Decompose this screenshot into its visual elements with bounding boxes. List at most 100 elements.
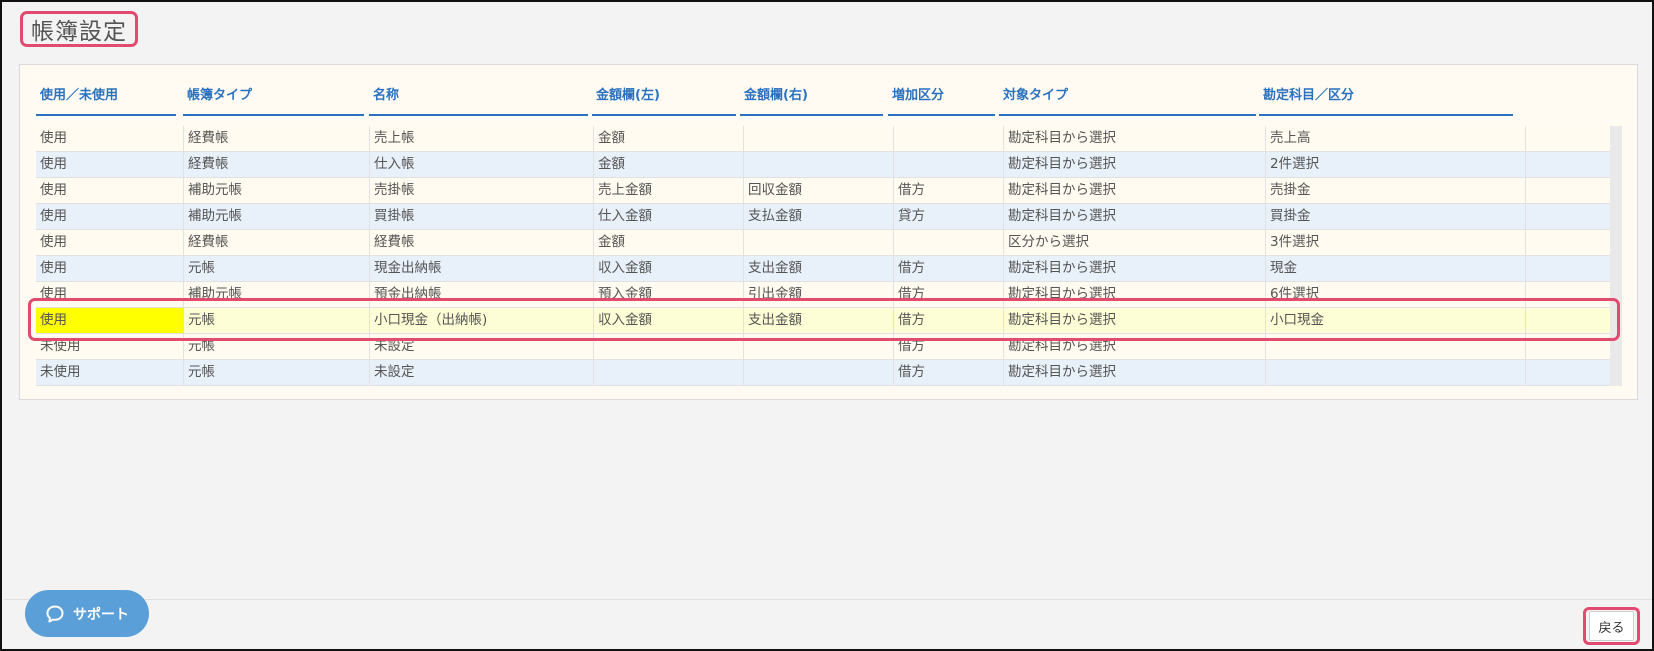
cell-name[interactable]: 仕入帳 xyxy=(370,152,594,177)
cell-ledger-type[interactable]: 補助元帳 xyxy=(184,282,370,307)
cell-amount-left[interactable]: 金額 xyxy=(594,230,744,255)
table-scrollbar[interactable] xyxy=(1610,126,1622,386)
cell-ledger-type[interactable]: 元帳 xyxy=(184,334,370,359)
cell-usage[interactable]: 使用 xyxy=(36,126,184,151)
cell-usage[interactable]: 使用 xyxy=(36,178,184,203)
cell-name[interactable]: 売掛帳 xyxy=(370,178,594,203)
cell-amount-right[interactable]: 支出金額 xyxy=(744,256,894,281)
cell-name[interactable]: 現金出納帳 xyxy=(370,256,594,281)
cell-account-category[interactable] xyxy=(1266,360,1526,385)
cell-increase-type[interactable]: 借方 xyxy=(894,334,1004,359)
column-header-amount-right[interactable]: 金額欄(右) xyxy=(740,84,883,116)
cell-ledger-type[interactable]: 元帳 xyxy=(184,308,370,333)
cell-amount-right[interactable]: 支出金額 xyxy=(744,308,894,333)
table-row[interactable]: 使用 補助元帳 買掛帳 仕入金額 支払金額 貸方 勘定科目から選択 買掛金 xyxy=(36,204,1610,230)
cell-ledger-type[interactable]: 経費帳 xyxy=(184,230,370,255)
cell-account-category[interactable]: 小口現金 xyxy=(1266,308,1526,333)
cell-increase-type[interactable]: 借方 xyxy=(894,360,1004,385)
cell-increase-type[interactable]: 借方 xyxy=(894,308,1004,333)
cell-name[interactable]: 未設定 xyxy=(370,334,594,359)
column-header-increase-type[interactable]: 増加区分 xyxy=(888,84,995,116)
table-row[interactable]: 未使用 元帳 未設定 借方 勘定科目から選択 xyxy=(36,360,1610,386)
cell-amount-right[interactable]: 支払金額 xyxy=(744,204,894,229)
cell-target-type[interactable]: 勘定科目から選択 xyxy=(1004,126,1266,151)
cell-increase-type[interactable]: 借方 xyxy=(894,282,1004,307)
column-header-account-category[interactable]: 勘定科目／区分 xyxy=(1259,84,1513,116)
cell-target-type[interactable]: 勘定科目から選択 xyxy=(1004,152,1266,177)
cell-target-type[interactable]: 区分から選択 xyxy=(1004,230,1266,255)
cell-usage[interactable]: 使用 xyxy=(36,230,184,255)
cell-amount-left[interactable] xyxy=(594,360,744,385)
cell-usage[interactable]: 使用 xyxy=(36,282,184,307)
column-header-usage[interactable]: 使用／未使用 xyxy=(36,84,176,116)
cell-amount-left[interactable]: 収入金額 xyxy=(594,256,744,281)
cell-ledger-type[interactable]: 補助元帳 xyxy=(184,178,370,203)
cell-amount-right[interactable] xyxy=(744,152,894,177)
table-row[interactable]: 使用 補助元帳 預金出納帳 預入金額 引出金額 借方 勘定科目から選択 6件選択 xyxy=(36,282,1610,308)
cell-increase-type[interactable]: 貸方 xyxy=(894,204,1004,229)
column-header-name[interactable]: 名称 xyxy=(369,84,588,116)
table-row[interactable]: 使用 経費帳 経費帳 金額 区分から選択 3件選択 xyxy=(36,230,1610,256)
cell-account-category[interactable]: 買掛金 xyxy=(1266,204,1526,229)
cell-name[interactable]: 小口現金（出納帳) xyxy=(370,308,594,333)
cell-ledger-type[interactable]: 補助元帳 xyxy=(184,204,370,229)
cell-target-type[interactable]: 勘定科目から選択 xyxy=(1004,204,1266,229)
cell-amount-right[interactable] xyxy=(744,360,894,385)
cell-target-type[interactable]: 勘定科目から選択 xyxy=(1004,282,1266,307)
cell-account-category[interactable]: 2件選択 xyxy=(1266,152,1526,177)
cell-name[interactable]: 預金出納帳 xyxy=(370,282,594,307)
table-row[interactable]: 使用 元帳 小口現金（出納帳) 収入金額 支出金額 借方 勘定科目から選択 小口現金 xyxy=(36,308,1610,334)
table-row[interactable]: 使用 経費帳 仕入帳 金額 勘定科目から選択 2件選択 xyxy=(36,152,1610,178)
column-header-ledger-type[interactable]: 帳簿タイプ xyxy=(183,84,364,116)
table-row[interactable]: 使用 補助元帳 売掛帳 売上金額 回収金額 借方 勘定科目から選択 売掛金 xyxy=(36,178,1610,204)
cell-account-category[interactable]: 現金 xyxy=(1266,256,1526,281)
cell-amount-left[interactable]: 売上金額 xyxy=(594,178,744,203)
cell-ledger-type[interactable]: 経費帳 xyxy=(184,152,370,177)
cell-account-category[interactable]: 3件選択 xyxy=(1266,230,1526,255)
cell-increase-type[interactable] xyxy=(894,152,1004,177)
cell-amount-left[interactable]: 仕入金額 xyxy=(594,204,744,229)
cell-name[interactable]: 買掛帳 xyxy=(370,204,594,229)
cell-name[interactable]: 未設定 xyxy=(370,360,594,385)
cell-target-type[interactable]: 勘定科目から選択 xyxy=(1004,360,1266,385)
cell-ledger-type[interactable]: 元帳 xyxy=(184,360,370,385)
cell-increase-type[interactable]: 借方 xyxy=(894,256,1004,281)
cell-amount-right[interactable]: 引出金額 xyxy=(744,282,894,307)
cell-ledger-type[interactable]: 元帳 xyxy=(184,256,370,281)
cell-target-type[interactable]: 勘定科目から選択 xyxy=(1004,308,1266,333)
cell-amount-right[interactable]: 回収金額 xyxy=(744,178,894,203)
cell-name[interactable]: 売上帳 xyxy=(370,126,594,151)
cell-account-category[interactable] xyxy=(1266,334,1526,359)
cell-amount-right[interactable] xyxy=(744,230,894,255)
cell-amount-left[interactable] xyxy=(594,334,744,359)
cell-usage[interactable]: 使用 xyxy=(36,152,184,177)
cell-increase-type[interactable] xyxy=(894,126,1004,151)
cell-increase-type[interactable]: 借方 xyxy=(894,178,1004,203)
cell-account-category[interactable]: 売上高 xyxy=(1266,126,1526,151)
column-header-target-type[interactable]: 対象タイプ xyxy=(999,84,1256,116)
cell-target-type[interactable]: 勘定科目から選択 xyxy=(1004,178,1266,203)
cell-amount-left[interactable]: 預入金額 xyxy=(594,282,744,307)
back-button[interactable]: 戻る xyxy=(1589,611,1634,641)
support-button[interactable]: サポート xyxy=(25,590,149,637)
cell-amount-left[interactable]: 金額 xyxy=(594,126,744,151)
cell-increase-type[interactable] xyxy=(894,230,1004,255)
cell-amount-right[interactable] xyxy=(744,126,894,151)
cell-usage[interactable]: 未使用 xyxy=(36,360,184,385)
cell-name[interactable]: 経費帳 xyxy=(370,230,594,255)
cell-account-category[interactable]: 売掛金 xyxy=(1266,178,1526,203)
cell-target-type[interactable]: 勘定科目から選択 xyxy=(1004,256,1266,281)
cell-account-category[interactable]: 6件選択 xyxy=(1266,282,1526,307)
cell-ledger-type[interactable]: 経費帳 xyxy=(184,126,370,151)
cell-amount-left[interactable]: 金額 xyxy=(594,152,744,177)
cell-amount-right[interactable] xyxy=(744,334,894,359)
cell-usage[interactable]: 使用 xyxy=(36,308,184,333)
column-header-amount-left[interactable]: 金額欄(左) xyxy=(592,84,736,116)
cell-amount-left[interactable]: 収入金額 xyxy=(594,308,744,333)
table-row[interactable]: 使用 元帳 現金出納帳 収入金額 支出金額 借方 勘定科目から選択 現金 xyxy=(36,256,1610,282)
table-row[interactable]: 未使用 元帳 未設定 借方 勘定科目から選択 xyxy=(36,334,1610,360)
cell-usage[interactable]: 使用 xyxy=(36,256,184,281)
cell-target-type[interactable]: 勘定科目から選択 xyxy=(1004,334,1266,359)
cell-usage[interactable]: 使用 xyxy=(36,204,184,229)
table-row[interactable]: 使用 経費帳 売上帳 金額 勘定科目から選択 売上高 xyxy=(36,126,1610,152)
